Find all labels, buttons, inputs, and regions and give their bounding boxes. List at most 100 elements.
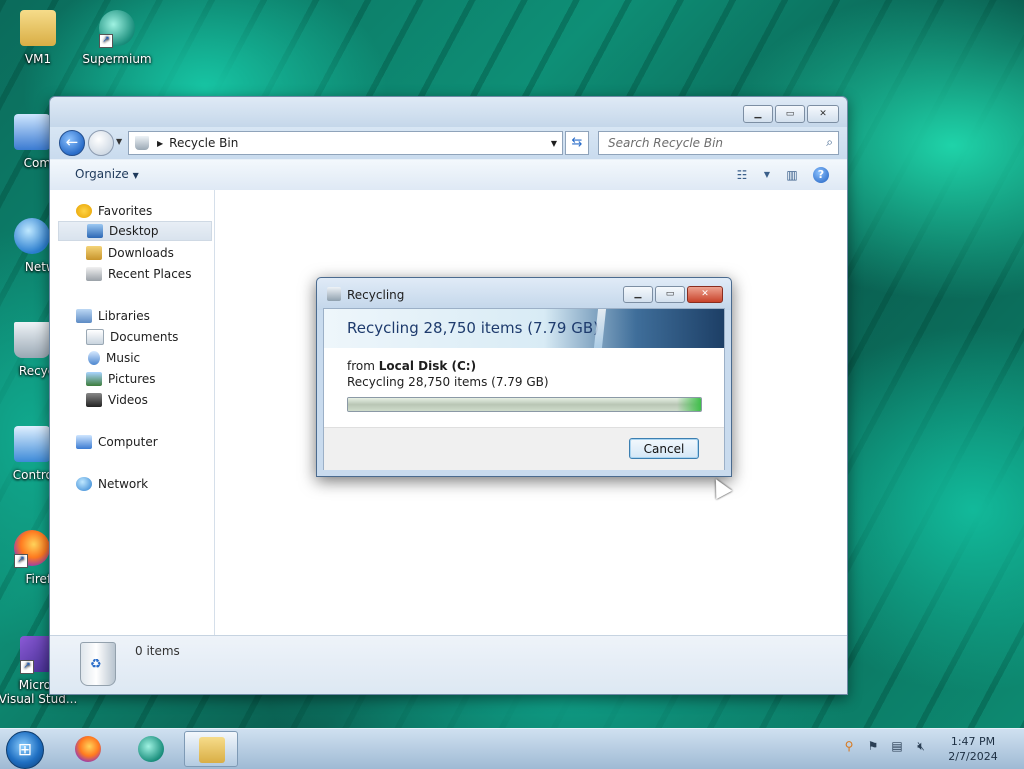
search-box[interactable]: ⌕ (598, 131, 839, 155)
recent-pages-dropdown[interactable]: ▼ (116, 137, 122, 146)
recycle-bin-icon: ♻ (80, 642, 116, 686)
preview-pane-icon[interactable]: ▥ (783, 166, 801, 184)
nav-label: Downloads (108, 246, 174, 260)
recycle-bin-icon (14, 322, 50, 358)
taskbar-firefox[interactable] (61, 731, 115, 767)
dialog-content: Recycling 28,750 items (7.79 GB) from Lo… (323, 308, 725, 470)
progress-fill (348, 398, 701, 411)
window-titlebar[interactable]: ▁ ▭ ✕ (50, 97, 847, 127)
close-button[interactable]: ✕ (687, 286, 723, 303)
back-button[interactable]: ← (59, 130, 85, 156)
nav-label: Music (106, 351, 141, 365)
chevron-down-icon[interactable]: ▼ (546, 139, 562, 148)
nav-label: Network (98, 477, 149, 491)
minimize-button[interactable]: ▁ (623, 286, 653, 303)
nav-item-recent-places[interactable]: Recent Places (86, 264, 191, 284)
taskbar: ⊞ ⚲ ⚑ ▤ 🔇︎ 1:47 PM 2/7/2024 (0, 728, 1024, 769)
maximize-button[interactable]: ▭ (655, 286, 685, 303)
recycle-bin-icon (135, 136, 149, 150)
network-icon (76, 477, 92, 491)
nav-item-music[interactable]: Music (88, 348, 140, 368)
taskbar-supermium[interactable] (124, 731, 178, 767)
taskbar-windows-explorer[interactable] (184, 731, 238, 767)
source-location: from Local Disk (C:) (347, 359, 476, 373)
nav-item-pictures[interactable]: Pictures (86, 369, 156, 389)
details-pane: ♻ 0 items (50, 635, 847, 694)
navigation-bar: ← ▼ ▶ Recycle Bin ▼ ⇆ ⌕ (50, 127, 847, 159)
recent-places-icon (86, 267, 102, 281)
banner-decoration (593, 309, 607, 348)
forward-button[interactable] (88, 130, 114, 156)
action-center-flag-icon[interactable]: ⚑ (866, 739, 880, 753)
address-bar[interactable]: ▶ Recycle Bin ▼ (128, 131, 563, 155)
search-icon[interactable]: ⌕ (826, 135, 833, 150)
documents-icon (86, 329, 104, 345)
user-folder-icon (20, 10, 56, 46)
clock-time: 1:47 PM (950, 735, 996, 748)
address-text[interactable]: Recycle Bin (169, 136, 546, 150)
nav-label: Libraries (98, 309, 150, 323)
nav-label: Favorites (98, 204, 153, 218)
videos-icon (86, 393, 102, 407)
computer-icon (76, 435, 92, 449)
minimize-button[interactable]: ▁ (743, 105, 773, 123)
nav-item-network[interactable]: Network (76, 474, 148, 494)
nav-label: Desktop (109, 224, 159, 238)
system-tray: ⚲ ⚑ ▤ 🔇︎ (842, 739, 928, 753)
supermium-icon (138, 736, 164, 762)
organize-label: Organize (75, 167, 129, 181)
windows-explorer-icon (199, 737, 225, 763)
cancel-button[interactable]: Cancel (629, 438, 699, 459)
organize-menu[interactable]: Organize ▼ (75, 167, 139, 181)
desktop-icon-label: Supermium (82, 52, 152, 66)
desktop-icon-supermium[interactable]: ↗ Supermium (77, 10, 157, 66)
libraries-icon (76, 309, 92, 323)
search-icon[interactable]: ⚲ (842, 739, 856, 753)
nav-item-favorites[interactable]: Favorites (76, 201, 152, 221)
volume-muted-icon[interactable]: 🔇︎ (914, 739, 928, 753)
search-input[interactable] (606, 132, 815, 154)
nav-label: Documents (110, 330, 179, 344)
item-count: 0 items (135, 644, 180, 658)
refresh-button[interactable]: ⇆ (565, 131, 589, 155)
chevron-down-icon: ▼ (132, 171, 139, 180)
navigation-pane: Favorites Desktop Downloads Recent Place… (50, 190, 215, 635)
nav-item-downloads[interactable]: Downloads (86, 243, 174, 263)
from-location: Local Disk (C:) (378, 359, 477, 373)
close-button[interactable]: ✕ (807, 105, 839, 123)
chevron-down-icon[interactable]: ▼ (763, 166, 771, 184)
clock-date: 2/7/2024 (948, 750, 998, 763)
nav-item-videos[interactable]: Videos (86, 390, 148, 410)
from-prefix: from (347, 359, 379, 373)
supermium-icon: ↗ (99, 10, 135, 48)
desktop-icon-vm1[interactable]: VM1 (0, 10, 78, 66)
network-icon[interactable]: ▤ (890, 739, 904, 753)
clock[interactable]: 1:47 PM 2/7/2024 (946, 734, 1000, 764)
nav-label: Videos (108, 393, 148, 407)
operation-detail: Recycling 28,750 items (7.79 GB) (347, 375, 549, 389)
desktop-icon (87, 224, 103, 238)
command-bar: Organize ▼ ☷ ▼ ▥ ? (50, 159, 847, 191)
recycle-progress-icon (327, 287, 341, 301)
start-button[interactable]: ⊞ (6, 731, 44, 769)
nav-item-libraries[interactable]: Libraries (76, 306, 150, 326)
downloads-folder-icon (86, 246, 102, 260)
nav-label: Computer (98, 435, 158, 449)
dialog-title: Recycling (347, 288, 405, 302)
desktop-icon-label: VM1 (24, 52, 52, 66)
nav-item-desktop[interactable]: Desktop (58, 221, 212, 241)
maximize-button[interactable]: ▭ (775, 105, 805, 123)
nav-label: Recent Places (108, 267, 192, 281)
help-icon[interactable]: ? (813, 167, 829, 183)
dialog-titlebar[interactable]: Recycling ▁ ▭ ✕ (317, 278, 731, 310)
network-icon (14, 218, 50, 254)
change-view-icon[interactable]: ☷ (733, 166, 751, 184)
breadcrumb-arrow-icon[interactable]: ▶ (157, 139, 163, 148)
firefox-icon: ↗ (14, 530, 50, 568)
nav-item-documents[interactable]: Documents (86, 327, 178, 347)
control-panel-icon (14, 426, 50, 462)
star-icon (76, 204, 92, 218)
progress-bar (347, 397, 702, 412)
dialog-headline: Recycling 28,750 items (7.79 GB) (347, 319, 599, 337)
nav-item-computer[interactable]: Computer (76, 432, 158, 452)
